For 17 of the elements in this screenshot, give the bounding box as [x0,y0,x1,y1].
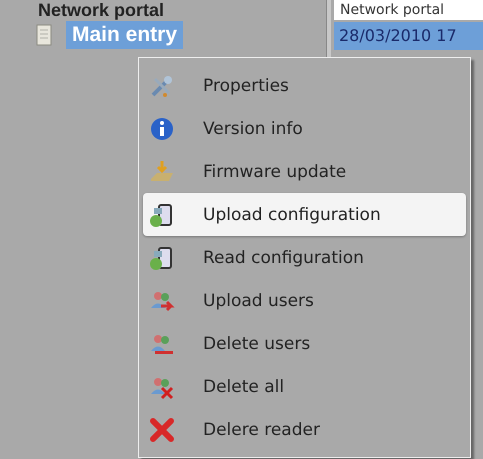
menu-item[interactable]: Properties [143,64,466,107]
document-icon [36,24,52,46]
menu-item[interactable]: Firmware update [143,150,466,193]
menu-item[interactable]: Delete users [143,322,466,365]
menu-item[interactable]: Version info [143,107,466,150]
menu-item[interactable]: Upload users [143,279,466,322]
info-icon [149,116,175,142]
menu-item[interactable]: Delere reader [143,408,466,451]
cross-icon [149,416,175,442]
tree-root-label[interactable]: Network portal [38,0,326,20]
list-row[interactable]: 28/03/2010 17 [334,22,483,50]
menu-item[interactable]: Upload configuration [143,193,466,236]
device-icon [149,244,175,270]
menu-item[interactable]: Delete all [143,365,466,408]
device-icon [149,202,175,228]
column-header[interactable]: Network portal [334,0,483,20]
menu-item[interactable]: Read configuration [143,236,466,279]
